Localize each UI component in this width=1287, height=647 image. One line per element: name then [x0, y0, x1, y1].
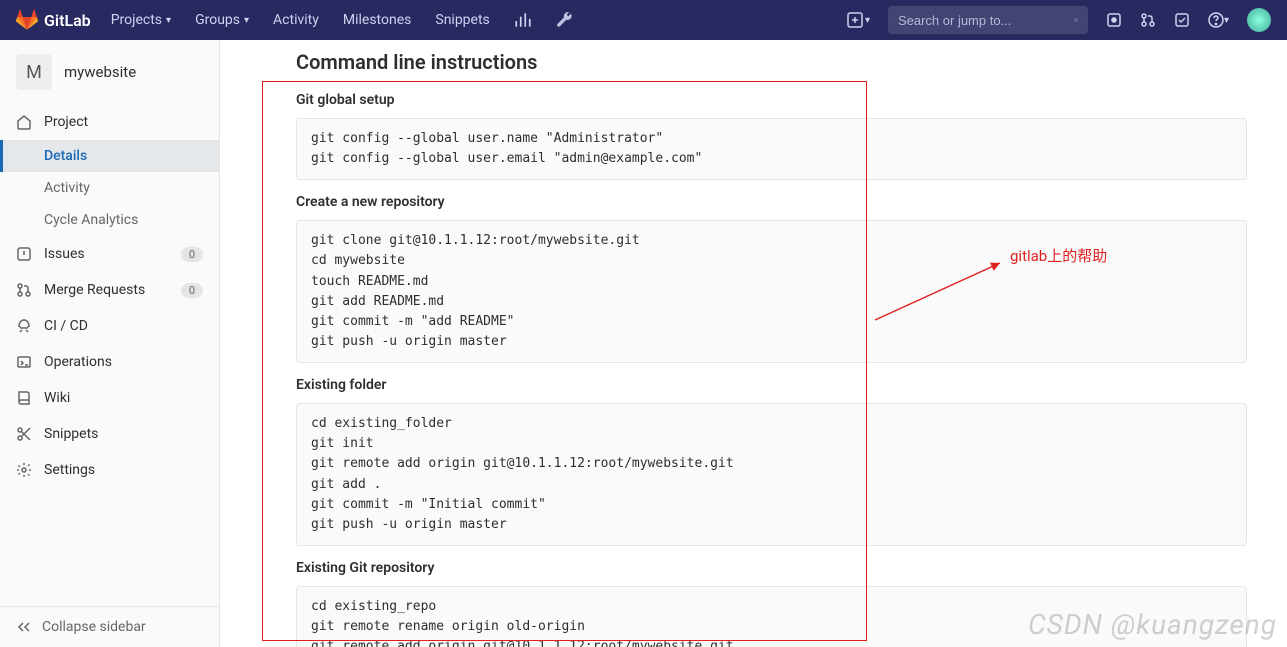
section-create-repo: Create a new repository git clone git@10… [296, 194, 1247, 363]
sidebar-item-label: Activity [44, 180, 90, 196]
sidebar-item-label: Issues [44, 246, 85, 262]
nav-chart-icon[interactable] [514, 11, 532, 29]
sidebar-item-snippets[interactable]: Snippets [0, 416, 219, 452]
nav-links: Projects ▾ Groups ▾ Activity Milestones Sn… [111, 11, 574, 29]
main-content: Command line instructions Git global set… [220, 40, 1287, 647]
issues-icon [16, 246, 32, 262]
chevron-down-icon: ▾ [1224, 15, 1229, 26]
sidebar-item-issues[interactable]: Issues 0 [0, 236, 219, 272]
scissors-icon [16, 426, 32, 442]
todos-shortcut[interactable] [1174, 12, 1190, 28]
section-title: Existing Git repository [296, 560, 1247, 576]
merge-request-icon [16, 282, 32, 298]
page-title: Command line instructions [296, 50, 1247, 74]
sidebar-sub-activity[interactable]: Activity [0, 172, 219, 204]
chevron-down-icon: ▾ [166, 15, 171, 26]
sidebar-item-label: Details [44, 148, 87, 164]
mr-count-badge: 0 [181, 283, 203, 298]
section-title: Create a new repository [296, 194, 1247, 210]
logo[interactable]: GitLab [16, 9, 91, 31]
help-menu[interactable]: ▾ [1208, 12, 1229, 28]
search-input[interactable] [898, 13, 1074, 28]
collapse-sidebar[interactable]: Collapse sidebar [0, 606, 219, 647]
gitlab-icon [16, 9, 38, 31]
section-title: Existing folder [296, 377, 1247, 393]
sidebar-item-merge-requests[interactable]: Merge Requests 0 [0, 272, 219, 308]
chart-icon [514, 11, 532, 29]
nav-snippets[interactable]: Snippets [435, 12, 489, 28]
question-icon [1208, 12, 1224, 28]
nav-projects[interactable]: Projects ▾ [111, 12, 171, 28]
code-block[interactable]: cd existing_repo git remote rename origi… [296, 586, 1247, 647]
new-button[interactable]: ▾ [847, 12, 870, 28]
search-box[interactable] [888, 6, 1088, 34]
todo-icon [1174, 12, 1190, 28]
plus-square-icon [847, 12, 863, 28]
sidebar-item-cicd[interactable]: CI / CD [0, 308, 219, 344]
section-existing-repo: Existing Git repository cd existing_repo… [296, 560, 1247, 647]
search-icon [1074, 13, 1078, 27]
sidebar-item-label: Cycle Analytics [44, 212, 138, 228]
nav-groups[interactable]: Groups ▾ [195, 12, 249, 28]
issues-count-badge: 0 [181, 247, 203, 262]
side-nav: Project Details Activity Cycle Analytics… [0, 104, 219, 488]
sidebar-item-settings[interactable]: Settings [0, 452, 219, 488]
user-avatar[interactable] [1247, 8, 1271, 32]
layout: M mywebsite Project Details Activity Cyc… [0, 40, 1287, 647]
sidebar: M mywebsite Project Details Activity Cyc… [0, 40, 220, 647]
section-global-setup: Git global setup git config --global use… [296, 92, 1247, 180]
brand-text: GitLab [44, 11, 91, 30]
code-block[interactable]: cd existing_folder git init git remote a… [296, 403, 1247, 546]
project-name: mywebsite [64, 63, 136, 81]
code-block[interactable]: git config --global user.name "Administr… [296, 118, 1247, 180]
project-avatar: M [16, 54, 52, 90]
nav-admin-icon[interactable] [556, 11, 574, 29]
code-block[interactable]: git clone git@10.1.1.12:root/mywebsite.g… [296, 220, 1247, 363]
sidebar-item-label: Merge Requests [44, 282, 145, 298]
sidebar-item-label: CI / CD [44, 318, 88, 334]
sidebar-item-label: Wiki [44, 390, 70, 406]
nav-projects-label: Projects [111, 12, 162, 28]
chevron-down-icon: ▾ [865, 15, 870, 26]
nav-milestones[interactable]: Milestones [343, 12, 412, 28]
collapse-icon [16, 619, 32, 635]
book-icon [16, 390, 32, 406]
wrench-icon [556, 11, 574, 29]
nav-milestones-label: Milestones [343, 12, 412, 28]
collapse-label: Collapse sidebar [42, 619, 146, 635]
section-existing-folder: Existing folder cd existing_folder git i… [296, 377, 1247, 546]
rocket-icon [16, 318, 32, 334]
sidebar-item-label: Settings [44, 462, 95, 478]
sidebar-sub-details[interactable]: Details [0, 140, 219, 172]
mr-shortcut[interactable] [1140, 12, 1156, 28]
sidebar-item-project[interactable]: Project [0, 104, 219, 140]
project-header[interactable]: M mywebsite [0, 40, 219, 104]
issue-icon [1106, 12, 1122, 28]
nav-groups-label: Groups [195, 12, 240, 28]
home-icon [16, 114, 32, 130]
sidebar-sub-cycle[interactable]: Cycle Analytics [0, 204, 219, 236]
sidebar-item-operations[interactable]: Operations [0, 344, 219, 380]
gear-icon [16, 462, 32, 478]
top-navbar: GitLab Projects ▾ Groups ▾ Activity Milest… [0, 0, 1287, 40]
nav-activity[interactable]: Activity [273, 12, 319, 28]
nav-activity-label: Activity [273, 12, 319, 28]
merge-request-icon [1140, 12, 1156, 28]
sidebar-item-wiki[interactable]: Wiki [0, 380, 219, 416]
nav-snippets-label: Snippets [435, 12, 489, 28]
sidebar-item-label: Snippets [44, 426, 98, 442]
issues-shortcut[interactable] [1106, 12, 1122, 28]
nav-right: ▾ ▾ [847, 6, 1271, 34]
operations-icon [16, 354, 32, 370]
section-title: Git global setup [296, 92, 1247, 108]
sidebar-item-label: Operations [44, 354, 112, 370]
chevron-down-icon: ▾ [244, 15, 249, 26]
sidebar-item-label: Project [44, 114, 88, 130]
